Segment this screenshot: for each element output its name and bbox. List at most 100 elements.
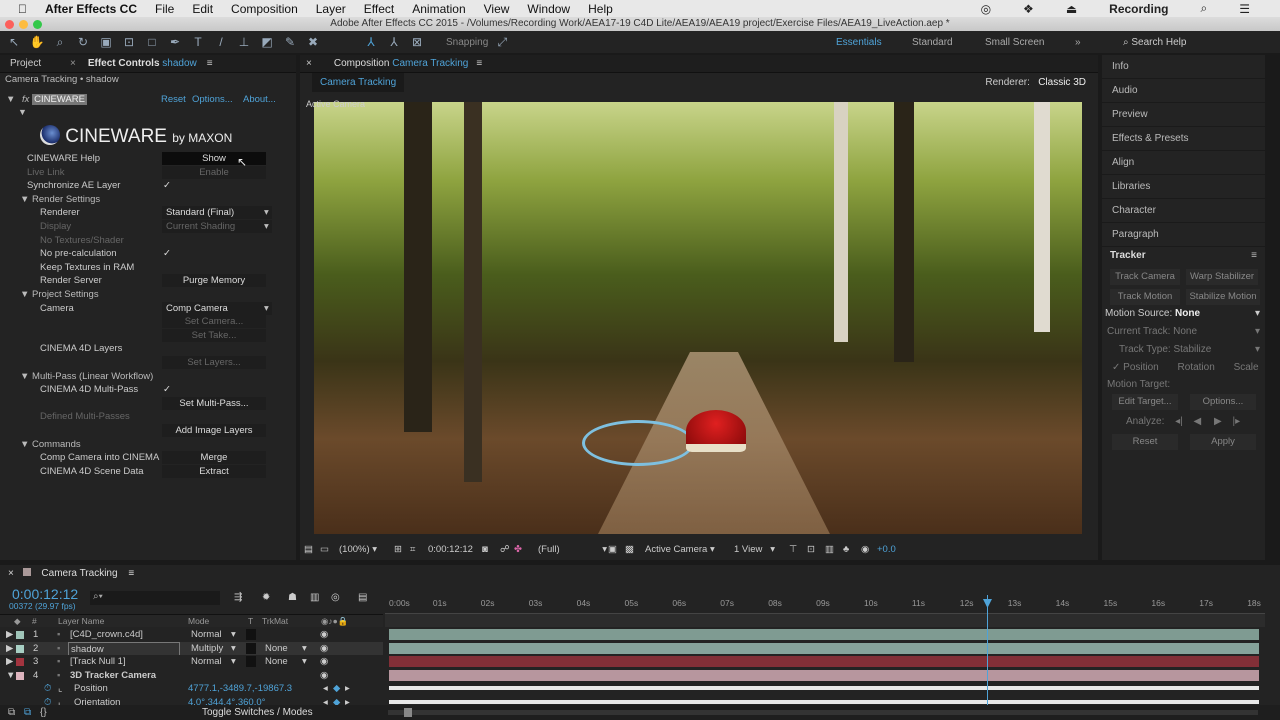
trkmat-dropdown[interactable]: None xyxy=(265,642,288,655)
pan-behind-tool-icon[interactable]: ⊡ xyxy=(120,35,138,49)
panel-menu-icon[interactable]: ≡ xyxy=(207,58,213,69)
property-label[interactable]: ▼ Render Settings xyxy=(20,193,100,206)
property-button[interactable]: Purge Memory xyxy=(162,274,266,288)
chevron-down-icon[interactable]: ▾ xyxy=(231,628,236,641)
stabilize-motion-button[interactable]: Stabilize Motion xyxy=(1186,289,1260,305)
timeline-timecode[interactable]: 0:00:12:12 xyxy=(12,586,78,602)
property-button[interactable]: Extract xyxy=(162,464,266,478)
close-tab-icon[interactable]: × xyxy=(8,568,14,579)
tab-effect-controls[interactable]: Effect Controls shadow xyxy=(88,58,197,69)
camera-dropdown[interactable]: Active Camera ▾ xyxy=(645,540,715,560)
layer-duration-bar[interactable] xyxy=(389,656,1259,668)
layer-row[interactable]: ▶ 2 ▪ shadow Multiply ▾ None ▾ ◉ xyxy=(0,641,383,657)
layer-search-input[interactable]: ⌕▾ xyxy=(90,591,220,605)
panel-item[interactable]: Info xyxy=(1102,55,1265,79)
menu-animation[interactable]: Animation xyxy=(412,2,465,16)
layer-row[interactable]: ▶ 1 ▪ [C4D_crown.c4d] Normal ▾ ◉ xyxy=(0,628,383,641)
property-button[interactable]: Merge xyxy=(162,451,266,465)
expand-layer-icon[interactable]: ▶ xyxy=(6,655,13,668)
analyze-back-frame-icon[interactable]: ◂| xyxy=(1175,416,1183,427)
property-label[interactable]: ▼ Project Settings xyxy=(20,288,99,301)
preserve-transparency-checkbox[interactable] xyxy=(246,642,256,654)
label-color-swatch[interactable] xyxy=(16,644,24,653)
resolution-dropdown[interactable]: (Full) ▾ xyxy=(538,540,607,560)
visibility-eye-icon[interactable]: ◉ xyxy=(320,655,328,668)
menu-composition[interactable]: Composition xyxy=(231,2,298,16)
property-button[interactable]: Enable xyxy=(162,165,266,179)
transparency-grid-icon[interactable]: ▩ xyxy=(625,540,634,560)
exposure-value[interactable]: +0.0 xyxy=(877,540,896,560)
layer-duration-bar[interactable] xyxy=(389,669,1259,681)
menu-view[interactable]: View xyxy=(484,2,510,16)
scale-checkbox[interactable]: Scale xyxy=(1234,362,1259,373)
hand-tool-icon[interactable]: ✋ xyxy=(28,35,46,49)
effect-name[interactable]: CINEWARE xyxy=(32,94,87,105)
menu-effect[interactable]: Effect xyxy=(364,2,394,16)
timeline-tab[interactable]: Camera Tracking xyxy=(41,568,117,579)
workspace-small-screen[interactable]: Small Screen xyxy=(985,37,1044,48)
draft-3d-icon[interactable]: ✹ xyxy=(262,592,270,603)
creative-cloud-icon[interactable]: ◎ xyxy=(981,2,991,16)
current-time[interactable]: 0:00:12:12 xyxy=(428,540,473,560)
menu-file[interactable]: File xyxy=(155,2,174,16)
trkmat-dropdown[interactable]: None xyxy=(265,655,288,668)
panel-item[interactable]: Character xyxy=(1102,199,1265,223)
chevron-down-icon[interactable]: ▾ xyxy=(264,220,269,233)
panel-menu-icon[interactable]: ≡ xyxy=(476,58,482,69)
menu-help[interactable]: Help xyxy=(588,2,613,16)
work-area-bar[interactable] xyxy=(385,614,1265,627)
notifications-icon[interactable]: ☰ xyxy=(1239,2,1250,16)
analyze-forward-icon[interactable]: ▶ xyxy=(1214,416,1222,427)
expand-layer-icon[interactable]: ▶ xyxy=(6,628,13,641)
property-checkbox[interactable]: ✓ xyxy=(162,179,172,192)
fast-preview-icon[interactable]: ⊡ xyxy=(807,540,815,560)
tab-composition[interactable]: Composition Camera Tracking xyxy=(334,58,469,69)
property-button[interactable]: Show xyxy=(162,152,266,165)
col-layer-name[interactable]: Layer Name xyxy=(58,615,104,628)
track-motion-button[interactable]: Track Motion xyxy=(1110,289,1180,305)
comp-subtab[interactable]: Camera Tracking xyxy=(312,73,405,92)
selection-tool-icon[interactable]: ↖ xyxy=(5,35,23,49)
property-checkbox[interactable]: ✓ xyxy=(162,247,172,260)
position-checkbox[interactable]: ✓ Position xyxy=(1112,362,1159,373)
timeline-zoom-slider[interactable] xyxy=(388,708,1258,717)
minimize-window-button[interactable] xyxy=(19,20,28,29)
label-color-swatch[interactable] xyxy=(16,671,24,680)
grid-icon[interactable]: ⊞ xyxy=(394,540,402,560)
keyframe-track[interactable] xyxy=(389,700,1259,704)
label-color-swatch[interactable] xyxy=(16,658,24,667)
layer-duration-bar[interactable] xyxy=(389,629,1259,640)
puppet-tool-icon[interactable]: ✖ xyxy=(304,35,322,49)
spotlight-icon[interactable]: ⌕ xyxy=(1201,1,1208,16)
property-label[interactable]: ▼ Multi-Pass (Linear Workflow) xyxy=(20,370,153,383)
close-window-button[interactable] xyxy=(5,20,14,29)
playhead[interactable] xyxy=(986,595,988,710)
eraser-tool-icon[interactable]: ◩ xyxy=(258,35,276,49)
stamp-tool-icon[interactable]: ⊥ xyxy=(235,35,253,49)
chevron-down-icon[interactable]: ▾ xyxy=(302,642,307,655)
label-color-swatch[interactable] xyxy=(16,631,24,639)
options-link[interactable]: Options... xyxy=(192,93,233,106)
blend-mode-dropdown[interactable]: Normal xyxy=(191,628,222,641)
dropbox-icon[interactable]: ❖ xyxy=(1023,2,1034,16)
chevron-down-icon[interactable]: ▾ xyxy=(264,206,269,219)
snapshot-icon[interactable]: ◙ xyxy=(482,540,488,560)
transfer-controls-icon[interactable]: ⧉ xyxy=(24,705,31,720)
toggle-pixel-icon[interactable]: ⊤ xyxy=(789,540,797,560)
layer-row[interactable]: ▶ 3 ▪ [Track Null 1] Normal ▾ None ▾ ◉ xyxy=(0,655,383,669)
property-value[interactable]: 4777.1,-3489.7,-19867.3 xyxy=(188,682,292,695)
chevron-down-icon[interactable]: ▾ xyxy=(302,655,307,668)
property-button[interactable]: Set Camera... xyxy=(162,315,266,329)
property-button[interactable]: Set Multi-Pass... xyxy=(162,396,266,410)
views-dropdown[interactable]: 1 View ▾ xyxy=(734,540,775,560)
flowchart-icon[interactable]: ♣ xyxy=(843,540,849,560)
layer-name[interactable]: 3D Tracker Camera xyxy=(70,669,156,682)
track-camera-button[interactable]: Track Camera xyxy=(1110,269,1180,285)
comp-mini-flowchart-icon[interactable]: ⇶ xyxy=(234,592,242,603)
region-icon[interactable]: ▣ xyxy=(608,540,617,560)
blend-mode-dropdown[interactable]: Multiply xyxy=(191,642,223,655)
shy-layers-icon[interactable]: ☗ xyxy=(288,592,297,603)
type-tool-icon[interactable]: T xyxy=(189,35,207,49)
visibility-eye-icon[interactable]: ◉ xyxy=(320,642,328,655)
zoom-slider-handle[interactable] xyxy=(404,708,412,717)
